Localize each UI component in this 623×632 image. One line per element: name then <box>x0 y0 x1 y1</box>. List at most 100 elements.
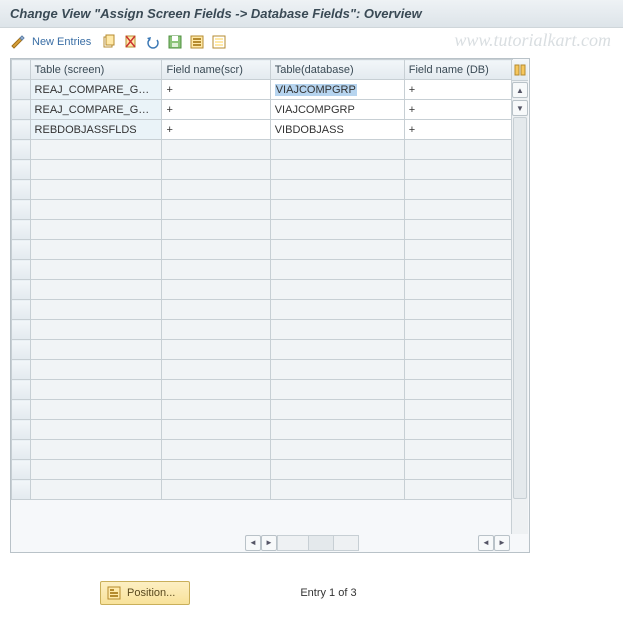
row-selector[interactable] <box>12 80 31 100</box>
cell-table-screen[interactable] <box>30 400 162 420</box>
cell-table-db[interactable] <box>270 460 404 480</box>
row-selector[interactable] <box>12 260 31 280</box>
row-selector[interactable] <box>12 360 31 380</box>
cell-table-db[interactable] <box>270 260 404 280</box>
row-selector[interactable] <box>12 440 31 460</box>
position-button[interactable]: Position... <box>100 581 190 605</box>
row-selector[interactable] <box>12 280 31 300</box>
row-selector[interactable] <box>12 420 31 440</box>
hscroll-left-icon[interactable]: ◄ <box>245 535 261 551</box>
cell-table-db[interactable] <box>270 360 404 380</box>
undo-icon[interactable] <box>145 34 161 50</box>
row-selector[interactable] <box>12 460 31 480</box>
cell-field-scr[interactable] <box>162 260 270 280</box>
cell-table-screen[interactable] <box>30 480 162 500</box>
hscroll-right-icon[interactable]: ► <box>261 535 277 551</box>
col-table-database[interactable]: Table(database) <box>270 60 404 80</box>
cell-field-scr[interactable] <box>162 300 270 320</box>
cell-table-screen[interactable] <box>30 160 162 180</box>
cell-field-db[interactable] <box>404 240 512 260</box>
cell-table-screen[interactable] <box>30 180 162 200</box>
cell-field-db[interactable] <box>404 340 512 360</box>
cell-field-db[interactable] <box>404 140 512 160</box>
cell-table-screen[interactable] <box>30 280 162 300</box>
row-selector[interactable] <box>12 160 31 180</box>
row-selector[interactable] <box>12 200 31 220</box>
cell-field-scr[interactable] <box>162 160 270 180</box>
cell-table-screen[interactable] <box>30 440 162 460</box>
cell-field-db[interactable] <box>404 480 512 500</box>
cell-field-scr[interactable] <box>162 280 270 300</box>
cell-table-screen[interactable] <box>30 140 162 160</box>
copy-icon[interactable] <box>101 34 117 50</box>
cell-table-db[interactable]: VIAJCOMPGRP <box>270 80 404 100</box>
cell-field-db[interactable] <box>404 400 512 420</box>
cell-table-db[interactable] <box>270 340 404 360</box>
cell-field-scr[interactable] <box>162 340 270 360</box>
hscroll-track[interactable] <box>277 535 359 551</box>
cell-field-scr[interactable]: + <box>162 100 270 120</box>
cell-table-db[interactable]: VIBDOBJASS <box>270 120 404 140</box>
cell-table-db[interactable]: VIAJCOMPGRP <box>270 100 404 120</box>
cell-table-screen[interactable] <box>30 320 162 340</box>
cell-field-scr[interactable] <box>162 440 270 460</box>
cell-table-screen[interactable] <box>30 300 162 320</box>
cell-table-db[interactable] <box>270 200 404 220</box>
configure-columns-icon[interactable] <box>512 60 528 81</box>
row-selector[interactable] <box>12 240 31 260</box>
cell-table-screen[interactable] <box>30 460 162 480</box>
row-selector[interactable] <box>12 120 31 140</box>
cell-field-scr[interactable] <box>162 240 270 260</box>
cell-table-screen[interactable] <box>30 360 162 380</box>
cell-field-scr[interactable]: + <box>162 80 270 100</box>
cell-table-db[interactable] <box>270 240 404 260</box>
cell-field-db[interactable] <box>404 300 512 320</box>
hscroll-thumb[interactable] <box>308 536 334 550</box>
cell-table-db[interactable] <box>270 480 404 500</box>
deselect-all-icon[interactable] <box>211 34 227 50</box>
new-entries-button[interactable]: New Entries <box>32 36 91 48</box>
cell-field-scr[interactable] <box>162 140 270 160</box>
cell-table-db[interactable] <box>270 140 404 160</box>
row-selector[interactable] <box>12 100 31 120</box>
cell-table-db[interactable] <box>270 300 404 320</box>
cell-field-db[interactable] <box>404 200 512 220</box>
cell-field-db[interactable] <box>404 280 512 300</box>
cell-table-db[interactable] <box>270 180 404 200</box>
cell-field-scr[interactable] <box>162 400 270 420</box>
scroll-up-icon[interactable]: ▲ <box>512 82 528 98</box>
cell-table-screen[interactable] <box>30 240 162 260</box>
cell-field-db[interactable] <box>404 360 512 380</box>
cell-field-db[interactable]: + <box>404 80 512 100</box>
cell-table-screen[interactable] <box>30 200 162 220</box>
cell-table-screen[interactable] <box>30 380 162 400</box>
cell-field-scr[interactable] <box>162 220 270 240</box>
toggle-display-change-icon[interactable] <box>10 34 26 50</box>
cell-table-screen[interactable] <box>30 260 162 280</box>
cell-field-scr[interactable] <box>162 380 270 400</box>
cell-table-db[interactable] <box>270 160 404 180</box>
row-selector[interactable] <box>12 340 31 360</box>
cell-table-screen[interactable] <box>30 220 162 240</box>
hscroll-first-icon[interactable]: ◄ <box>478 535 494 551</box>
scroll-track[interactable] <box>512 117 528 534</box>
row-selector[interactable] <box>12 480 31 500</box>
cell-table-db[interactable] <box>270 400 404 420</box>
cell-table-screen[interactable] <box>30 340 162 360</box>
row-selector-header[interactable] <box>12 60 31 80</box>
cell-field-scr[interactable] <box>162 480 270 500</box>
hscroll-last-icon[interactable]: ► <box>494 535 510 551</box>
cell-field-db[interactable] <box>404 320 512 340</box>
delete-icon[interactable] <box>123 34 139 50</box>
row-selector[interactable] <box>12 320 31 340</box>
cell-field-db[interactable] <box>404 260 512 280</box>
cell-field-scr[interactable] <box>162 460 270 480</box>
cell-field-db[interactable] <box>404 220 512 240</box>
cell-field-scr[interactable]: + <box>162 120 270 140</box>
cell-field-db[interactable]: + <box>404 120 512 140</box>
cell-field-scr[interactable] <box>162 180 270 200</box>
row-selector[interactable] <box>12 380 31 400</box>
cell-field-db[interactable]: + <box>404 100 512 120</box>
cell-table-db[interactable] <box>270 280 404 300</box>
cell-table-screen[interactable] <box>30 420 162 440</box>
